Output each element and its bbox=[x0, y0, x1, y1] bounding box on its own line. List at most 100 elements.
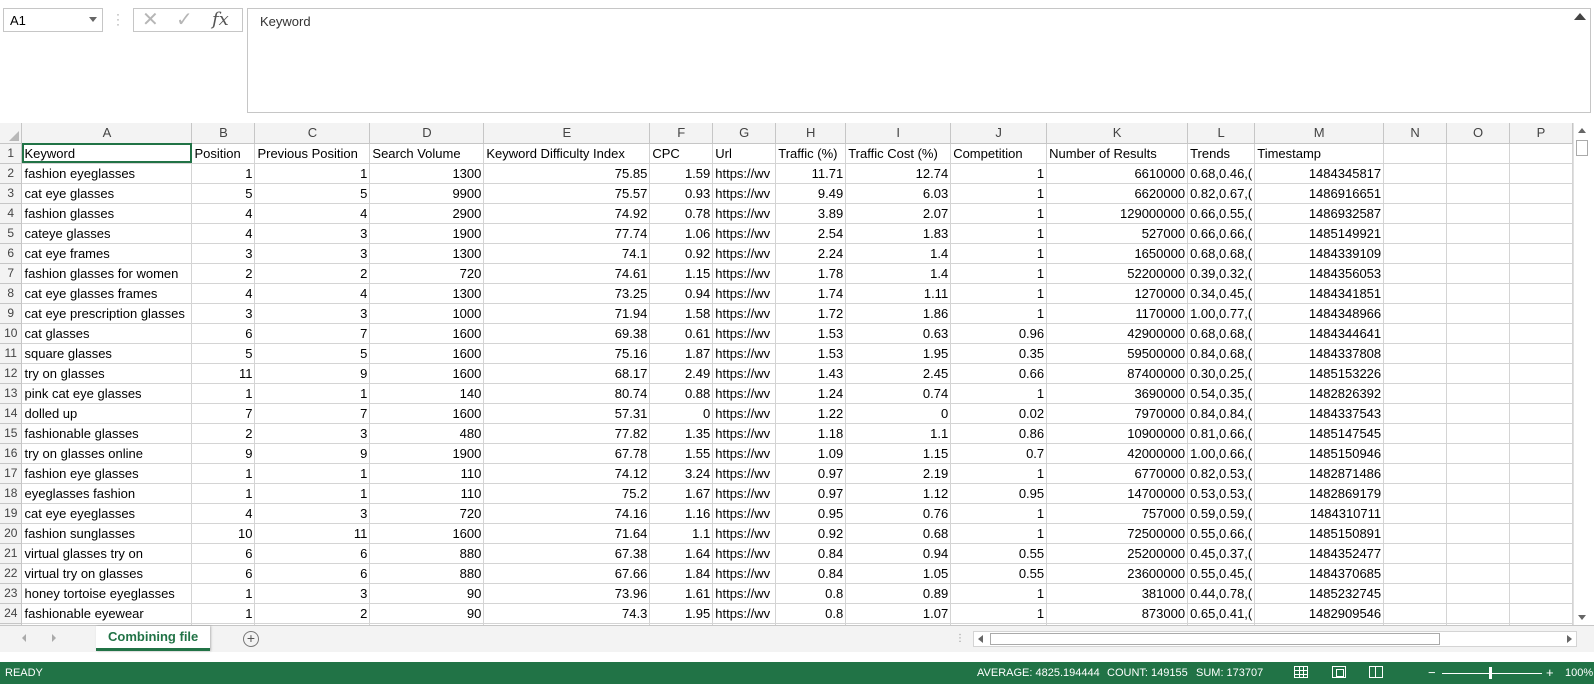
cell-g10[interactable]: https://wv bbox=[712, 323, 777, 344]
cell-p10[interactable] bbox=[1509, 323, 1573, 344]
cell-b18[interactable]: 1 bbox=[191, 483, 256, 504]
cell-d24[interactable]: 90 bbox=[369, 603, 485, 624]
cell-a21[interactable]: virtual glasses try on bbox=[21, 543, 193, 564]
cell-d2[interactable]: 1300 bbox=[369, 163, 485, 184]
cell-l18[interactable]: 0.53,0.53,( bbox=[1187, 483, 1256, 504]
cell-c15[interactable]: 3 bbox=[254, 423, 371, 444]
cell-l5[interactable]: 0.66,0.66,( bbox=[1187, 223, 1256, 244]
cell-b11[interactable]: 5 bbox=[191, 343, 256, 364]
cell-e13[interactable]: 80.74 bbox=[483, 383, 651, 404]
cell-l15[interactable]: 0.81,0.66,( bbox=[1187, 423, 1256, 444]
cell-e3[interactable]: 75.57 bbox=[483, 183, 651, 204]
cell-b21[interactable]: 6 bbox=[191, 543, 256, 564]
cell-a23[interactable]: honey tortoise eyeglasses bbox=[21, 583, 193, 604]
normal-view-icon[interactable] bbox=[1294, 666, 1308, 678]
cell-p5[interactable] bbox=[1509, 223, 1573, 244]
cell-l4[interactable]: 0.66,0.55,( bbox=[1187, 203, 1256, 224]
cell-i5[interactable]: 1.83 bbox=[845, 223, 952, 244]
cell-b8[interactable]: 4 bbox=[191, 283, 256, 304]
cell-a7[interactable]: fashion glasses for women bbox=[21, 263, 193, 284]
row-header[interactable]: 10 bbox=[0, 323, 23, 344]
cell-i17[interactable]: 2.19 bbox=[845, 463, 952, 484]
cell-c1[interactable]: Previous Position bbox=[254, 143, 371, 164]
cell-c18[interactable]: 1 bbox=[254, 483, 371, 504]
cell-n18[interactable] bbox=[1383, 483, 1448, 504]
cell-p12[interactable] bbox=[1509, 363, 1573, 384]
name-box[interactable]: A1 bbox=[3, 8, 103, 32]
cell-i8[interactable]: 1.11 bbox=[845, 283, 952, 304]
cell-k14[interactable]: 7970000 bbox=[1046, 403, 1189, 424]
cell-m13[interactable]: 1482826392 bbox=[1254, 383, 1385, 404]
cell-d11[interactable]: 1600 bbox=[369, 343, 485, 364]
row-header[interactable]: 5 bbox=[0, 223, 23, 244]
cell-d5[interactable]: 1900 bbox=[369, 223, 485, 244]
cell-p15[interactable] bbox=[1509, 423, 1573, 444]
cell-p11[interactable] bbox=[1509, 343, 1573, 364]
cell-o24[interactable] bbox=[1446, 603, 1510, 624]
cell-h19[interactable]: 0.95 bbox=[775, 503, 847, 524]
cell-m6[interactable]: 1484339109 bbox=[1254, 243, 1385, 264]
cell-h23[interactable]: 0.8 bbox=[775, 583, 847, 604]
cell-n1[interactable] bbox=[1383, 143, 1448, 164]
cell-e14[interactable]: 57.31 bbox=[483, 403, 651, 424]
cancel-formula-icon[interactable]: ✕ bbox=[142, 9, 159, 31]
cell-a11[interactable]: square glasses bbox=[21, 343, 193, 364]
cell-c9[interactable]: 3 bbox=[254, 303, 371, 324]
cell-b7[interactable]: 2 bbox=[191, 263, 256, 284]
cell-k4[interactable]: 129000000 bbox=[1046, 203, 1189, 224]
cell-e11[interactable]: 75.16 bbox=[483, 343, 651, 364]
cell-b6[interactable]: 3 bbox=[191, 243, 256, 264]
cell-i15[interactable]: 1.1 bbox=[845, 423, 952, 444]
row-header[interactable]: 15 bbox=[0, 423, 23, 444]
cell-o5[interactable] bbox=[1446, 223, 1510, 244]
row-header[interactable]: 7 bbox=[0, 263, 23, 284]
cell-l22[interactable]: 0.55,0.45,( bbox=[1187, 563, 1256, 584]
cell-n5[interactable] bbox=[1383, 223, 1448, 244]
cell-o14[interactable] bbox=[1446, 403, 1510, 424]
add-sheet-icon[interactable]: + bbox=[243, 631, 259, 647]
row-header[interactable]: 23 bbox=[0, 583, 23, 604]
scroll-up-icon[interactable] bbox=[1578, 128, 1586, 133]
cell-c20[interactable]: 11 bbox=[254, 523, 371, 544]
cell-l24[interactable]: 0.65,0.41,( bbox=[1187, 603, 1256, 624]
cell-f13[interactable]: 0.88 bbox=[649, 383, 714, 404]
cell-g1[interactable]: Url bbox=[712, 143, 777, 164]
cell-h13[interactable]: 1.24 bbox=[775, 383, 847, 404]
zoom-slider[interactable] bbox=[1442, 673, 1542, 674]
cell-m8[interactable]: 1484341851 bbox=[1254, 283, 1385, 304]
cell-f17[interactable]: 3.24 bbox=[649, 463, 714, 484]
zoom-out-icon[interactable]: − bbox=[1428, 665, 1436, 680]
cell-m3[interactable]: 1486916651 bbox=[1254, 183, 1385, 204]
cell-e18[interactable]: 75.2 bbox=[483, 483, 651, 504]
cell-e10[interactable]: 69.38 bbox=[483, 323, 651, 344]
cell-d22[interactable]: 880 bbox=[369, 563, 485, 584]
cell-a16[interactable]: try on glasses online bbox=[21, 443, 193, 464]
cell-h11[interactable]: 1.53 bbox=[775, 343, 847, 364]
cell-k17[interactable]: 6770000 bbox=[1046, 463, 1189, 484]
cell-b12[interactable]: 11 bbox=[191, 363, 256, 384]
cell-j6[interactable]: 1 bbox=[950, 243, 1048, 264]
cell-f12[interactable]: 2.49 bbox=[649, 363, 714, 384]
cell-f2[interactable]: 1.59 bbox=[649, 163, 714, 184]
cell-n19[interactable] bbox=[1383, 503, 1448, 524]
cell-m2[interactable]: 1484345817 bbox=[1254, 163, 1385, 184]
cell-a1[interactable]: Keyword bbox=[21, 143, 193, 164]
zoom-in-icon[interactable]: + bbox=[1546, 665, 1554, 680]
cell-g14[interactable]: https://wv bbox=[712, 403, 777, 424]
cell-o9[interactable] bbox=[1446, 303, 1510, 324]
cell-p20[interactable] bbox=[1509, 523, 1573, 544]
cell-b15[interactable]: 2 bbox=[191, 423, 256, 444]
cell-o17[interactable] bbox=[1446, 463, 1510, 484]
cell-a3[interactable]: cat eye glasses bbox=[21, 183, 193, 204]
row-header[interactable]: 21 bbox=[0, 543, 23, 564]
cell-m24[interactable]: 1482909546 bbox=[1254, 603, 1385, 624]
row-header[interactable]: 24 bbox=[0, 603, 23, 624]
cell-d9[interactable]: 1000 bbox=[369, 303, 485, 324]
horizontal-scrollbar[interactable] bbox=[973, 631, 1577, 647]
formula-bar-grip-icon[interactable]: · · · bbox=[116, 8, 120, 30]
cell-g11[interactable]: https://wv bbox=[712, 343, 777, 364]
cell-h16[interactable]: 1.09 bbox=[775, 443, 847, 464]
cell-k9[interactable]: 1170000 bbox=[1046, 303, 1189, 324]
cell-m4[interactable]: 1486932587 bbox=[1254, 203, 1385, 224]
cell-n15[interactable] bbox=[1383, 423, 1448, 444]
